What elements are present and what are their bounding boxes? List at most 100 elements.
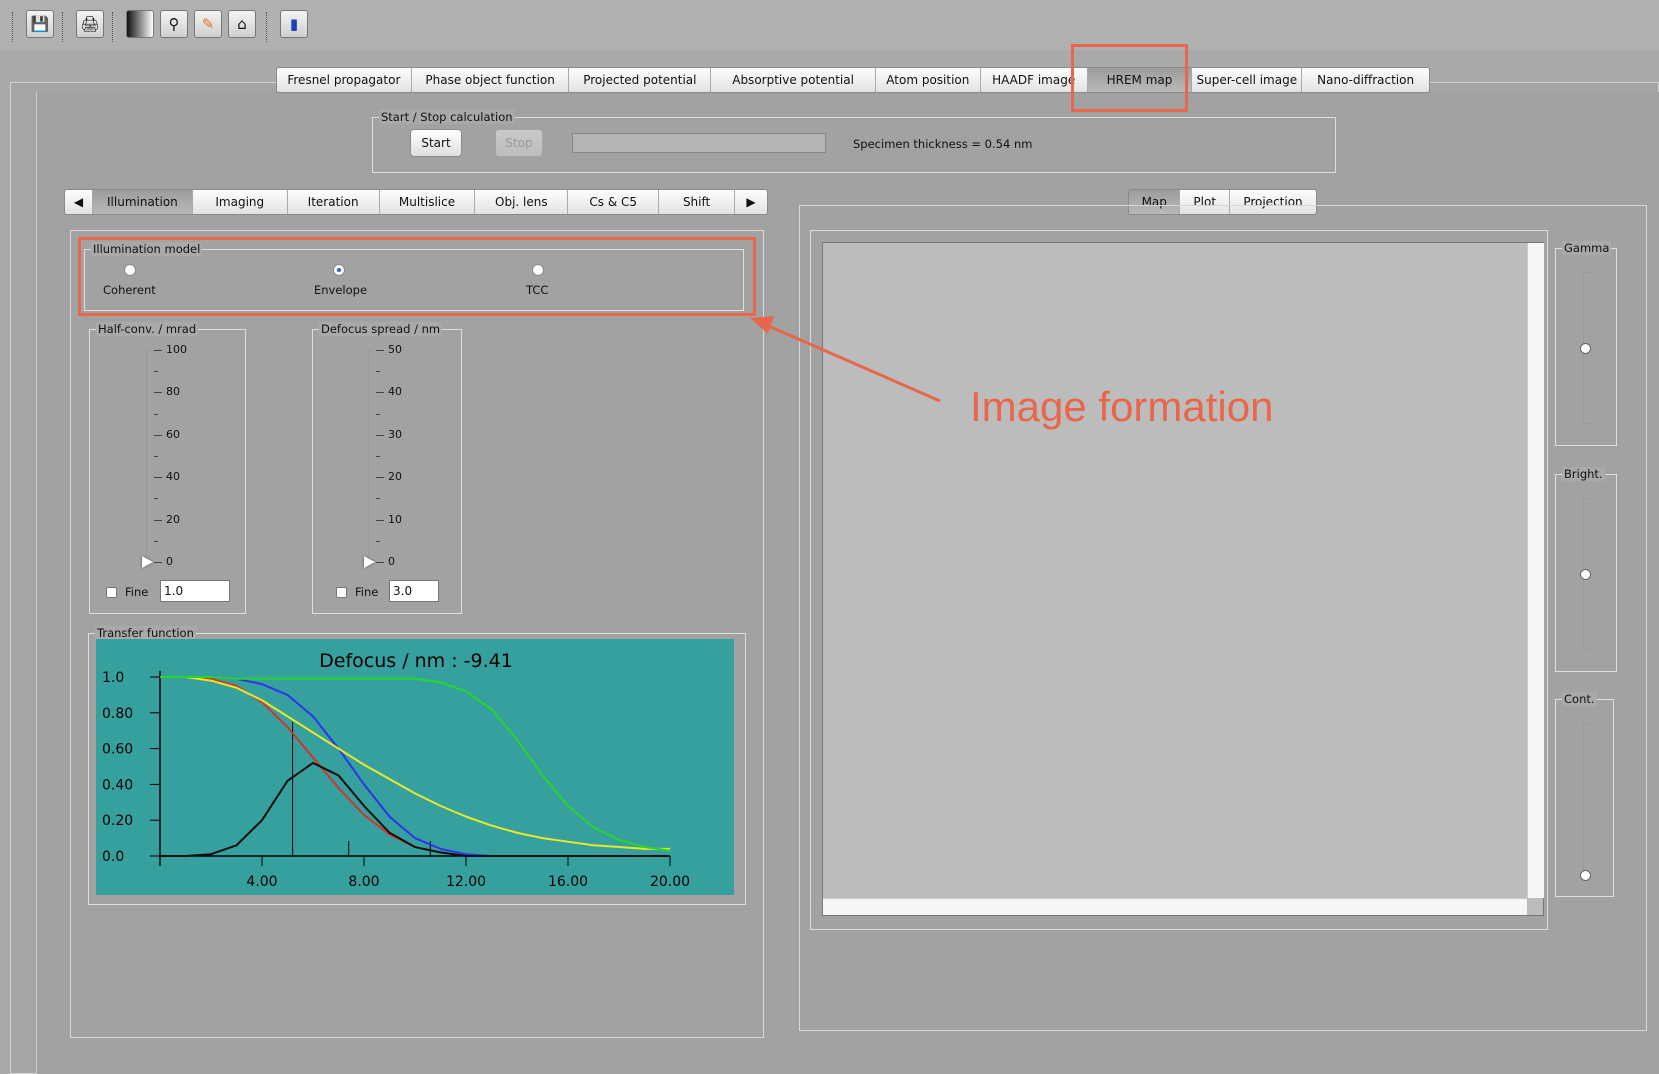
tab-obj-lens[interactable]: Obj. lens	[475, 190, 569, 214]
tab-scroll-right-icon[interactable]: ▶	[735, 190, 767, 214]
defocus-fine-checkbox[interactable]	[336, 587, 347, 598]
y-tick-label: 0.0	[102, 849, 124, 865]
defocus-spread-tick	[376, 477, 384, 479]
defocus-spread-tick	[376, 371, 380, 373]
defocus-spread-tick-label: 30	[388, 427, 402, 441]
x-tick-label: 12.00	[446, 874, 486, 890]
half-conv-track[interactable]	[146, 350, 152, 562]
tab-nano-diffraction[interactable]: Nano-diffraction	[1302, 68, 1429, 92]
gamma-label: Gamma	[1562, 241, 1612, 255]
defocus-spread-tick	[376, 456, 380, 457]
defocus-spread-tick	[376, 562, 384, 563]
cont-label: Cont.	[1562, 692, 1597, 706]
half-conv-tick-label: 100	[166, 343, 187, 356]
start-button[interactable]: Start	[410, 129, 462, 157]
tab-absorptive-potential[interactable]: Absorptive potential	[711, 68, 876, 92]
y-tick-label: 0.80	[102, 706, 133, 722]
peak-icon[interactable]: ⌂	[228, 10, 256, 38]
tab-phase-object-function[interactable]: Phase object function	[412, 68, 570, 92]
annotation-arrow	[750, 316, 941, 403]
microscope-icon[interactable]: ⚲	[160, 10, 188, 38]
left-tabs-container: ◀ Illumination Imaging Iteration Multislice O…	[64, 189, 768, 215]
defocus-spread-tick	[376, 498, 380, 500]
progress-bar	[572, 133, 826, 153]
chart-title: Defocus / nm : -9.41	[319, 650, 513, 672]
toolbar: 💾 🖨 ⚲ ✎ ⌂ ▮	[0, 0, 1659, 50]
tab-illumination[interactable]: Illumination	[92, 190, 193, 214]
bright-label: Bright.	[1562, 467, 1605, 481]
x-tick-label: 20.00	[650, 874, 690, 890]
half-conv-tick	[154, 413, 158, 415]
gamma-slider-knob[interactable]	[1580, 343, 1591, 354]
tab-scroll-left-icon[interactable]: ◀	[65, 190, 93, 214]
map-horizontal-scrollbar[interactable]	[823, 898, 1527, 915]
bright-slider-knob[interactable]	[1580, 569, 1591, 580]
defocus-spread-slider[interactable]: 50 40 30 20 10 0	[364, 343, 428, 568]
defocus-spread-tick	[376, 519, 384, 521]
annotation-box-hrem	[1071, 44, 1188, 112]
annotation-box-illumination	[78, 237, 756, 316]
defocus-spread-tick-label: 20	[388, 470, 402, 484]
tab-cs-c5[interactable]: Cs & C5	[568, 190, 660, 214]
cont-slider-knob[interactable]	[1580, 870, 1591, 881]
half-conv-thumb[interactable]	[142, 556, 153, 568]
gradient-icon[interactable]	[126, 10, 154, 38]
x-tick-label: 16.00	[548, 874, 588, 890]
defocus-spread-label: Defocus spread / nm	[319, 322, 443, 336]
half-conv-input[interactable]: 1.0	[160, 580, 230, 602]
half-conv-tick-label: 20	[166, 512, 180, 526]
half-conv-tick	[154, 477, 162, 479]
edit-icon[interactable]: ✎	[194, 10, 222, 38]
y-tick-label: 1.0	[102, 670, 124, 686]
half-conv-tick	[154, 498, 158, 500]
defocus-spread-tick	[376, 540, 380, 542]
save-icon[interactable]: 💾	[26, 10, 54, 38]
half-conv-label: Half-conv. / mrad	[96, 322, 199, 336]
tab-atom-position[interactable]: Atom position	[876, 68, 981, 92]
top-tab-bar: Fresnel propagator Phase object function P…	[276, 67, 1430, 93]
half-conv-fine-checkbox[interactable]	[106, 587, 117, 598]
half-conv-tick	[154, 350, 162, 351]
half-conv-tick-label: 80	[166, 385, 180, 399]
half-conv-tick-label: 0	[166, 555, 173, 568]
tab-fresnel-propagator[interactable]: Fresnel propagator	[277, 68, 412, 92]
half-conv-tick	[154, 456, 158, 457]
tab-imaging[interactable]: Imaging	[193, 190, 288, 214]
defocus-spread-tick-label: 10	[388, 512, 402, 526]
cont-slider-track[interactable]	[1583, 723, 1589, 875]
half-conv-tick	[154, 519, 162, 521]
defocus-spread-input[interactable]: 3.0	[389, 580, 439, 602]
half-conv-tick	[154, 371, 158, 373]
x-tick-label: 4.00	[246, 874, 277, 890]
defocus-spread-thumb[interactable]	[364, 556, 375, 568]
defocus-spread-tick-label: 50	[388, 343, 402, 356]
tab-projected-potential[interactable]: Projected potential	[569, 68, 712, 92]
half-conv-tick	[154, 562, 162, 563]
defocus-spread-tick	[376, 413, 380, 415]
half-conv-slider[interactable]: 100 80 60 40 20 0	[142, 343, 206, 568]
map-vertical-scrollbar[interactable]	[1527, 243, 1544, 898]
tab-shift[interactable]: Shift	[659, 190, 736, 214]
half-conv-tick	[154, 392, 162, 394]
half-conv-tick	[154, 540, 158, 542]
stop-button[interactable]: Stop	[495, 129, 543, 157]
transfer-function-chart: Defocus / nm : -9.41 1.0 0.80 0.60 0.40 0.20 0…	[96, 639, 734, 895]
calc-group-label: Start / Stop calculation	[379, 110, 515, 124]
y-tick-label: 0.20	[102, 813, 133, 829]
x-tick-label: 8.00	[348, 874, 379, 890]
half-conv-tick	[154, 434, 162, 436]
tab-iteration[interactable]: Iteration	[288, 190, 380, 214]
half-conv-fine-label: Fine	[125, 585, 149, 599]
tab-super-cell-image[interactable]: Super-cell image	[1192, 68, 1303, 92]
defocus-fine-label: Fine	[355, 585, 379, 599]
defocus-spread-tick-label: 0	[388, 555, 395, 568]
half-conv-tick-label: 60	[166, 427, 180, 441]
y-tick-label: 0.40	[102, 777, 133, 793]
half-conv-tick-label: 40	[166, 470, 180, 484]
book-icon[interactable]: ▮	[280, 10, 308, 38]
specimen-thickness: Specimen thickness = 0.54 nm	[853, 137, 1033, 151]
defocus-spread-track[interactable]	[368, 350, 374, 562]
print-icon[interactable]: 🖨	[76, 10, 104, 38]
defocus-spread-tick	[376, 434, 384, 436]
tab-multislice[interactable]: Multislice	[380, 190, 476, 214]
